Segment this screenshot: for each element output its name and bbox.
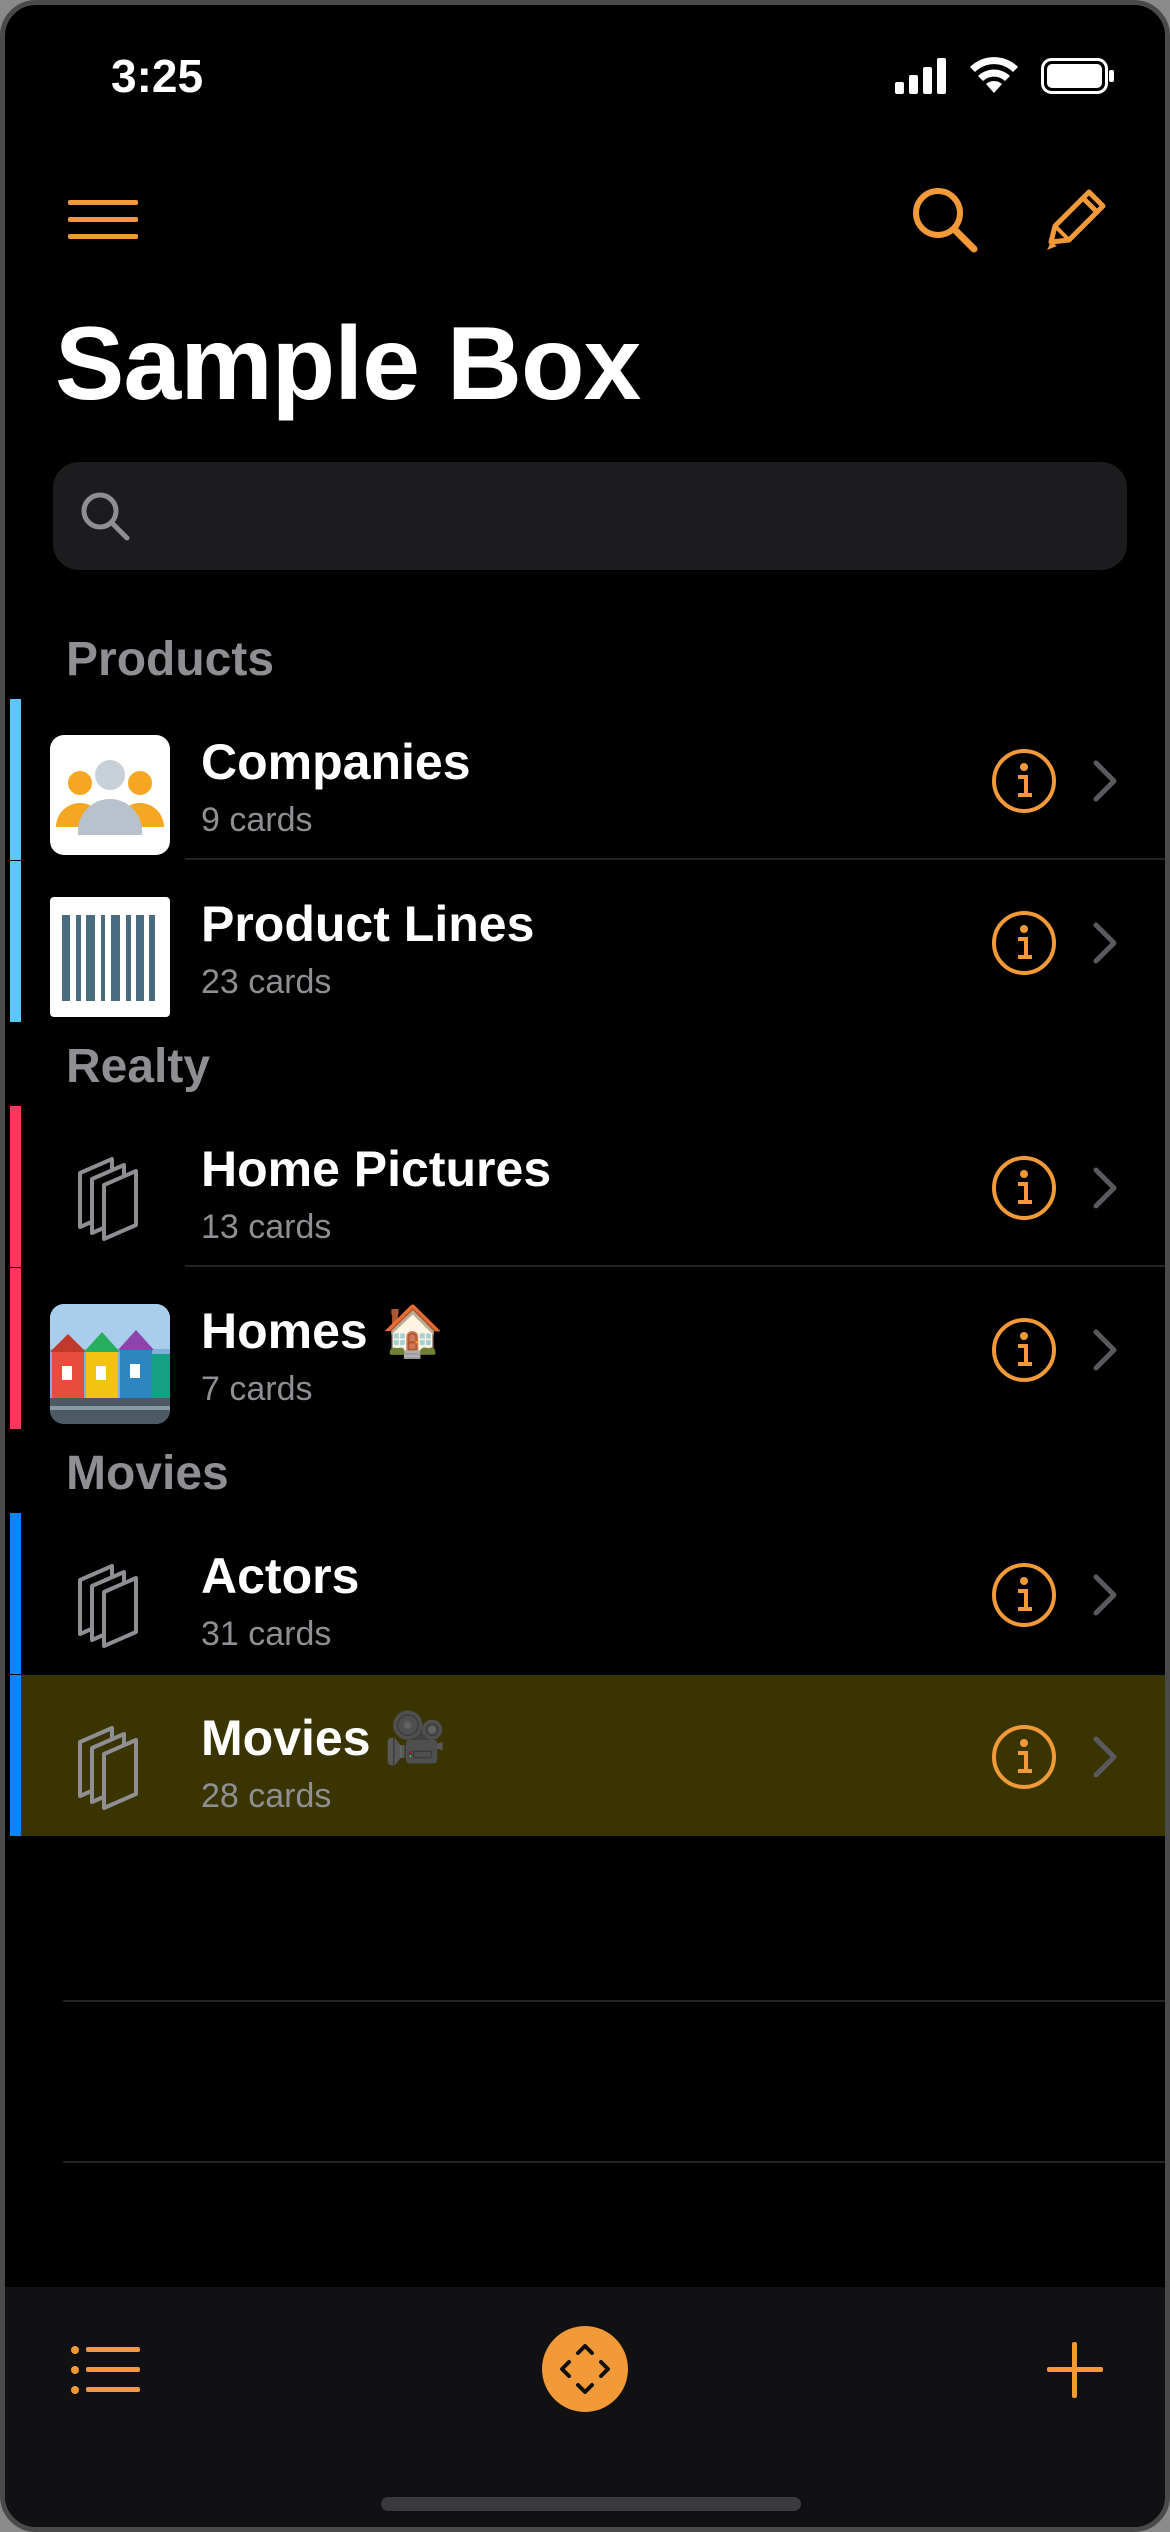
row-title: Movies 🎥 — [201, 1710, 447, 1766]
info-circle-icon[interactable] — [990, 1316, 1058, 1384]
empty-row-separator — [63, 2000, 1165, 2002]
row-title: Product Lines — [201, 896, 535, 952]
search-icon — [913, 188, 978, 253]
section-header-movies: Movies — [66, 1447, 229, 1500]
row-separator — [185, 858, 1165, 860]
chevron-right-icon — [1093, 922, 1117, 964]
section-color-bar — [10, 1513, 21, 1674]
pencil-icon — [1047, 189, 1106, 250]
list-row-actors[interactable]: Actors 31 cards — [10, 1513, 1165, 1674]
list-row-movies-selected[interactable]: Movies 🎥 28 cards — [10, 1675, 1165, 1836]
list-row-home-pictures[interactable]: Home Pictures 13 cards — [10, 1106, 1165, 1267]
search-button[interactable] — [900, 175, 990, 265]
cellular-signal-icon — [895, 58, 946, 94]
list-row-product-lines[interactable]: Product Lines 23 cards — [10, 861, 1165, 1022]
search-input[interactable] — [153, 462, 1107, 572]
hamburger-icon — [68, 200, 138, 239]
chevron-right-icon — [1093, 760, 1117, 802]
info-circle-icon[interactable] — [990, 1723, 1058, 1791]
menu-button[interactable] — [58, 175, 148, 265]
info-circle-icon[interactable] — [990, 1154, 1058, 1222]
row-title: Homes 🏠 — [201, 1303, 444, 1359]
barcode-thumbnail — [50, 897, 170, 1017]
row-subtitle: 9 cards — [201, 801, 313, 839]
section-header-products: Products — [66, 633, 275, 686]
section-color-bar — [10, 1675, 21, 1836]
card-stack-icon — [78, 1564, 138, 1648]
section-color-bar — [10, 861, 21, 1022]
people-thumbnail — [50, 735, 170, 855]
center-action-button[interactable] — [542, 2326, 628, 2412]
chevron-right-icon — [1093, 1329, 1117, 1371]
card-stack-icon — [78, 1726, 138, 1810]
info-circle-icon[interactable] — [990, 909, 1058, 977]
search-field[interactable] — [53, 462, 1127, 572]
info-circle-icon[interactable] — [990, 1561, 1058, 1629]
edit-button[interactable] — [1030, 175, 1120, 265]
row-subtitle: 28 cards — [201, 1777, 332, 1815]
info-circle-icon[interactable] — [990, 747, 1058, 815]
row-subtitle: 23 cards — [201, 963, 332, 1001]
list-button[interactable] — [55, 2327, 155, 2413]
expand-arrows-icon — [560, 2344, 610, 2394]
home-indicator — [381, 2497, 801, 2511]
add-button[interactable] — [1025, 2327, 1125, 2413]
status-bar: 3:25 — [5, 5, 1165, 155]
section-color-bar — [10, 699, 21, 860]
chevron-right-icon — [1093, 1167, 1117, 1209]
page-title: Sample Box — [55, 306, 641, 422]
card-stack-icon — [78, 1157, 138, 1241]
list-icon — [71, 2346, 140, 2394]
status-time: 3:25 — [111, 50, 204, 102]
list-row-homes[interactable]: Homes 🏠 7 cards — [10, 1268, 1165, 1429]
wifi-icon — [970, 57, 1018, 93]
battery-icon — [1041, 58, 1114, 94]
row-title: Companies — [201, 734, 471, 790]
empty-row-separator — [63, 2161, 1165, 2163]
section-color-bar — [10, 1268, 21, 1429]
row-subtitle: 13 cards — [201, 1208, 332, 1246]
search-field-icon — [81, 492, 130, 541]
section-color-bar — [10, 1106, 21, 1267]
row-separator — [185, 1265, 1165, 1267]
status-icons — [895, 57, 1115, 95]
phone-screen: 3:25 Sample Box Products Companies 9 car… — [0, 0, 1170, 2532]
plus-icon — [1047, 2342, 1103, 2398]
chevron-right-icon — [1093, 1736, 1117, 1778]
row-subtitle: 31 cards — [201, 1615, 332, 1653]
row-subtitle: 7 cards — [201, 1370, 313, 1408]
colorful-houses-photo — [50, 1304, 170, 1424]
section-header-realty: Realty — [66, 1040, 211, 1093]
row-title: Actors — [201, 1548, 360, 1604]
bottom-toolbar — [5, 2287, 1165, 2527]
row-title: Home Pictures — [201, 1141, 552, 1197]
chevron-right-icon — [1093, 1574, 1117, 1616]
list-row-companies[interactable]: Companies 9 cards — [10, 699, 1165, 860]
